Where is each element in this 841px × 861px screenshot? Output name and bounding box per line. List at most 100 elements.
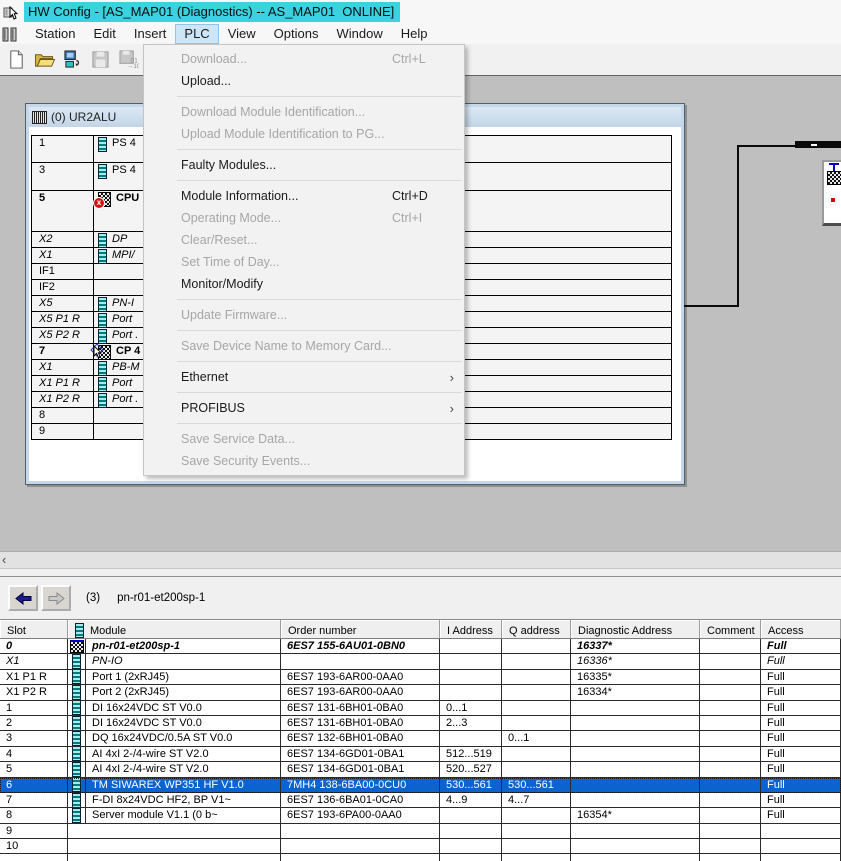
module-icon: [72, 654, 81, 668]
module-table-row[interactable]: X1 P1 RPort 1 (2xRJ45)6ES7 193-6AR00-0AA…: [0, 670, 841, 685]
scroll-left-icon[interactable]: ‹: [0, 555, 6, 565]
rack-module-label: PB-M: [112, 361, 140, 373]
menu-item-module-information[interactable]: Module Information...Ctrl+D: [144, 185, 464, 207]
module-table-row[interactable]: 0pn-r01-et200sp-16ES7 155-6AU01-0BN01633…: [0, 639, 841, 654]
column-header-comment[interactable]: Comment: [700, 620, 761, 638]
cell-order: [281, 824, 440, 838]
module-table-row[interactable]: 9: [0, 824, 841, 839]
pane-splitter[interactable]: [0, 569, 841, 577]
new-station-icon[interactable]: [4, 47, 29, 72]
module-icon: [72, 716, 81, 730]
menu-item-monitor-modify[interactable]: Monitor/Modify: [144, 273, 464, 295]
module-table-row[interactable]: 8Server module V1.1 (0 b~6ES7 193-6PA00-…: [0, 808, 841, 823]
cell-diag: 16337*: [571, 639, 700, 653]
menu-item-ethernet[interactable]: Ethernet›: [144, 366, 464, 388]
module-icon-cell: [68, 654, 86, 668]
cell-slot: 6: [0, 778, 68, 792]
menu-item-download-module-identification[interactable]: Download Module Identification...: [144, 101, 464, 123]
menu-item-operating-mode[interactable]: Operating Mode...Ctrl+I: [144, 207, 464, 229]
cell-order: 6ES7 132-6BH01-0BA0: [281, 731, 440, 745]
module-table-row[interactable]: 5AI 4xI 2-/4-wire ST V2.06ES7 134-6GD01-…: [0, 762, 841, 777]
cell-access: [761, 839, 841, 853]
module-table-row[interactable]: 4AI 4xI 2-/4-wire ST V2.06ES7 134-6GD01-…: [0, 747, 841, 762]
menu-item-profibus[interactable]: PROFIBUS›: [144, 397, 464, 419]
module-icon: [72, 731, 81, 745]
cell-order: 6ES7 131-6BH01-0BA0: [281, 716, 440, 730]
menubar-item-help[interactable]: Help: [392, 24, 437, 44]
column-header-order-number[interactable]: Order number: [281, 620, 440, 638]
menu-separator: [177, 96, 462, 97]
title-bar[interactable]: HW Config - [AS_MAP01 (Diagnostics) -- A…: [0, 0, 841, 25]
cell-slot: 7: [0, 793, 68, 807]
device-module-icon: [827, 171, 841, 185]
menu-item-upload-module-identification-to-pg[interactable]: Upload Module Identification to PG...: [144, 123, 464, 145]
column-header-q-address[interactable]: Q address: [502, 620, 571, 638]
cell-diag: [571, 854, 700, 861]
ethernet-bus-segment[interactable]: [795, 141, 841, 148]
menu-item-upload[interactable]: Upload...: [144, 70, 464, 92]
column-header-i-address[interactable]: I Address: [440, 620, 502, 638]
menu-separator: [177, 149, 462, 150]
module-icon: [98, 164, 107, 179]
menubar-item-edit[interactable]: Edit: [84, 24, 124, 44]
rack-title: (0) UR2ALU: [51, 110, 116, 124]
cell-access: Full: [761, 654, 841, 668]
column-header-access[interactable]: Access: [761, 620, 841, 638]
rack-slot-label: 1: [32, 136, 94, 162]
cell-slot: 9: [0, 824, 68, 838]
module-table-row[interactable]: 3DQ 16x24VDC/0.5A ST V0.06ES7 132-6BH01-…: [0, 731, 841, 746]
module-table-row[interactable]: 1DI 16x24VDC ST V0.06ES7 131-6BH01-0BA00…: [0, 701, 841, 716]
menu-item-update-firmware[interactable]: Update Firmware...: [144, 304, 464, 326]
menu-item-save-device-name-to-memory-card[interactable]: Save Device Name to Memory Card...: [144, 335, 464, 357]
module-icon: [98, 233, 107, 248]
open-online-icon[interactable]: [60, 47, 85, 72]
cell-comment: [700, 839, 761, 853]
open-station-icon[interactable]: [32, 47, 57, 72]
detail-pane: (3) pn-r01-et200sp-1 SlotModuleOrder num…: [0, 577, 841, 861]
cell-diag: [571, 731, 700, 745]
column-header-slot[interactable]: Slot: [0, 620, 68, 638]
menu-item-label: PROFIBUS: [181, 401, 392, 415]
previous-station-button[interactable]: [8, 585, 38, 611]
cell-comment: [700, 793, 761, 807]
ethernet-line[interactable]: [737, 145, 797, 147]
column-header-diagnostic-address[interactable]: Diagnostic Address: [571, 620, 700, 638]
menubar-item-plc[interactable]: PLC: [175, 24, 218, 44]
cell-order: [281, 654, 440, 668]
column-header-label: I Address: [447, 625, 493, 637]
station-document-icon: [2, 26, 20, 42]
rack-module-label: PS 4: [112, 137, 136, 149]
cell-comment: [700, 854, 761, 861]
menu-item-label: Save Device Name to Memory Card...: [181, 339, 392, 353]
menu-item-save-security-events[interactable]: Save Security Events...: [144, 450, 464, 472]
menubar-item-insert[interactable]: Insert: [125, 24, 176, 44]
menubar-item-window[interactable]: Window: [327, 24, 391, 44]
menu-item-download[interactable]: Download...Ctrl+L: [144, 48, 464, 70]
menubar-item-options[interactable]: Options: [265, 24, 328, 44]
module-icon-cell: [68, 793, 86, 807]
module-table-row[interactable]: [0, 854, 841, 861]
column-header-module[interactable]: Module: [68, 620, 281, 638]
module-table-row[interactable]: 2DI 16x24VDC ST V0.06ES7 131-6BH01-0BA02…: [0, 716, 841, 731]
module-icon-cell: [68, 839, 86, 853]
horizontal-scrollbar[interactable]: ‹: [0, 551, 841, 569]
module-table-row[interactable]: X1 P2 RPort 2 (2xRJ45)6ES7 193-6AR00-0AA…: [0, 685, 841, 700]
menu-item-faulty-modules[interactable]: Faulty Modules...: [144, 154, 464, 176]
cell-i: 512...519: [440, 747, 502, 761]
menu-item-set-time-of-day[interactable]: Set Time of Day...: [144, 251, 464, 273]
module-table-row[interactable]: 6TM SIWAREX WP351 HF V1.07MH4 138-6BA00-…: [0, 778, 841, 793]
menubar-item-station[interactable]: Station: [26, 24, 84, 44]
rack-slot-label: X1 P2 R: [32, 392, 94, 407]
module-table-row[interactable]: X1PN-IO16336*Full: [0, 654, 841, 669]
cell-comment: [700, 670, 761, 684]
cell-access: [761, 854, 841, 861]
menu-item-save-service-data[interactable]: Save Service Data...: [144, 428, 464, 450]
module-icon: [98, 137, 107, 152]
module-table-row[interactable]: 7F-DI 8x24VDC HF2, BP V1~6ES7 136-6BA01-…: [0, 793, 841, 808]
menubar-item-view[interactable]: View: [219, 24, 265, 44]
module-icon: [98, 377, 107, 392]
et200sp-station-icon[interactable]: [822, 160, 841, 226]
menu-item-clear-reset[interactable]: Clear/Reset...: [144, 229, 464, 251]
next-station-button[interactable]: [41, 585, 71, 611]
module-table-row[interactable]: 10: [0, 839, 841, 854]
